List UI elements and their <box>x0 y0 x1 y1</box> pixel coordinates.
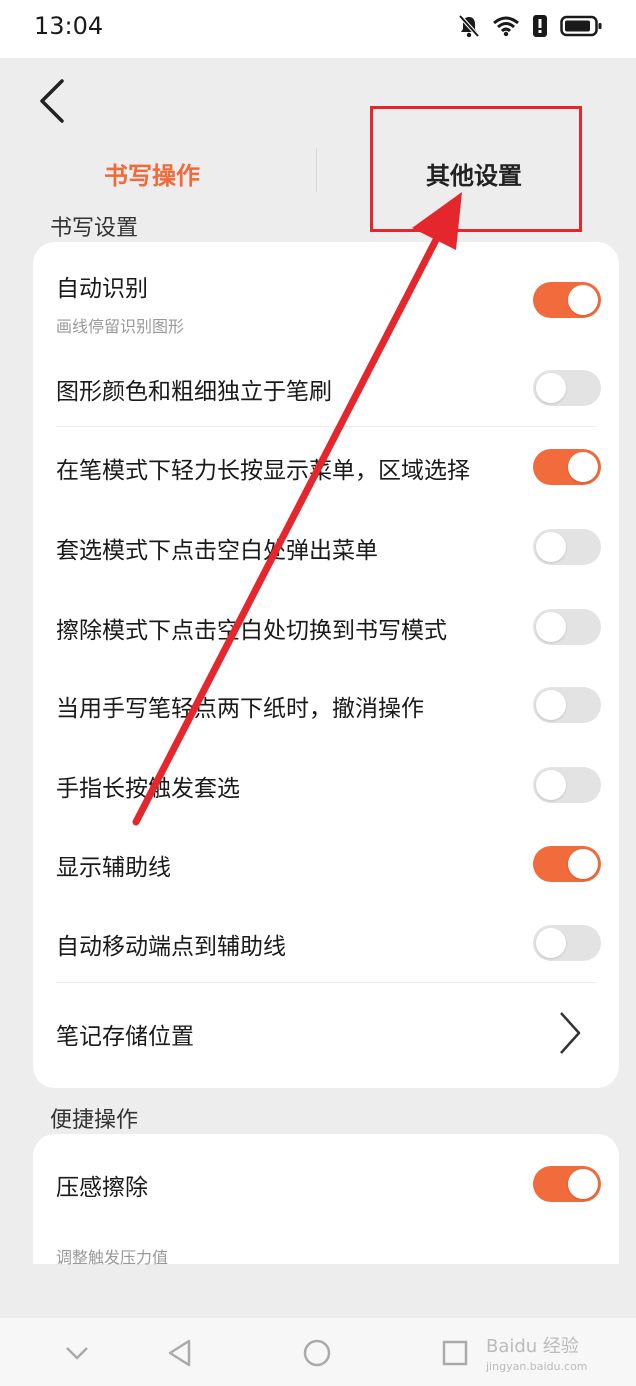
setting-label: 套选模式下点击空白处弹出菜单 <box>56 538 378 564</box>
tab-writing-operations[interactable]: 书写操作 <box>104 156 200 191</box>
toggle-knob <box>568 849 598 879</box>
setting-label: 自动识别 <box>56 276 148 302</box>
toggle-knob <box>568 285 598 315</box>
setting-row-note-storage-location[interactable]: 笔记存储位置 <box>33 983 619 1083</box>
back-triangle-icon[interactable] <box>165 1338 195 1368</box>
back-button[interactable] <box>30 76 74 126</box>
recents-square-icon[interactable] <box>440 1338 470 1368</box>
setting-label: 擦除模式下点击空白处切换到书写模式 <box>56 618 447 644</box>
toggle-knob <box>536 770 566 800</box>
toggle-lasso-tap-menu[interactable] <box>533 529 601 565</box>
battery-icon <box>560 15 602 37</box>
annotation-highlight-box <box>370 106 582 232</box>
quick-actions-card: 压感擦除 调整触发压力值 <box>33 1134 619 1267</box>
toggle-pressure-erase[interactable] <box>533 1166 601 1202</box>
watermark: Baidu 经验 jingyan.baidu.com <box>486 1332 588 1373</box>
setting-row-snap-to-guidelines[interactable]: 自动移动端点到辅助线 <box>33 907 619 981</box>
setting-row-pressure-erase[interactable]: 压感擦除 <box>33 1134 619 1230</box>
setting-label: 显示辅助线 <box>56 855 171 881</box>
setting-label: 当用手写笔轻点两下纸时，撤消操作 <box>56 696 424 722</box>
setting-sublabel: 画线停留识别图形 <box>56 317 185 336</box>
toggle-knob <box>568 452 598 482</box>
back-chevron-icon <box>40 79 64 123</box>
setting-row-finger-long-press-lasso[interactable]: 手指长按触发套选 <box>33 747 619 827</box>
setting-row-pen-long-press-menu[interactable]: 在笔模式下轻力长按显示菜单，区域选择 <box>33 427 619 507</box>
setting-label: 手指长按触发套选 <box>56 776 240 802</box>
tab-divider <box>316 148 317 192</box>
section-title-quick-actions: 便捷操作 <box>50 1108 139 1133</box>
status-icons <box>458 14 602 38</box>
setting-row-eraser-tap-switch[interactable]: 擦除模式下点击空白处切换到书写模式 <box>33 587 619 667</box>
setting-row-stylus-double-tap-undo[interactable]: 当用手写笔轻点两下纸时，撤消操作 <box>33 667 619 747</box>
toggle-snap-to-guidelines[interactable] <box>533 925 601 961</box>
section-title-writing: 书写设置 <box>50 216 139 241</box>
status-time: 13:04 <box>34 12 104 40</box>
toggle-shape-color-independent[interactable] <box>533 370 601 406</box>
toggle-knob <box>536 928 566 958</box>
setting-row-lasso-tap-menu[interactable]: 套选模式下点击空白处弹出菜单 <box>33 507 619 587</box>
setting-label: 自动移动端点到辅助线 <box>56 934 286 960</box>
toggle-eraser-tap-switch[interactable] <box>533 609 601 645</box>
chevron-right-icon <box>560 1012 581 1054</box>
collapse-icon[interactable] <box>62 1338 92 1368</box>
toggle-finger-long-press-lasso[interactable] <box>533 767 601 803</box>
alert-icon <box>533 15 547 37</box>
toggle-knob <box>536 373 566 403</box>
toggle-stylus-double-tap-undo[interactable] <box>533 687 601 723</box>
toggle-knob <box>536 690 566 720</box>
setting-row-show-guidelines[interactable]: 显示辅助线 <box>33 827 619 907</box>
toggle-pen-long-press-menu[interactable] <box>533 449 601 485</box>
toggle-auto-recognize[interactable] <box>533 282 601 318</box>
toggle-knob <box>536 532 566 562</box>
toggle-show-guidelines[interactable] <box>533 846 601 882</box>
setting-row-auto-recognize[interactable]: 自动识别 画线停留识别图形 <box>33 242 619 346</box>
watermark-sub: jingyan.baidu.com <box>486 1360 588 1373</box>
setting-label: 图形颜色和粗细独立于笔刷 <box>56 379 332 405</box>
wifi-icon <box>493 16 519 37</box>
setting-label: 在笔模式下轻力长按显示菜单，区域选择 <box>56 458 470 484</box>
watermark-main: Baidu 经验 <box>486 1336 579 1357</box>
setting-row-adjust-pressure[interactable]: 调整触发压力值 <box>56 1244 168 1268</box>
setting-label: 压感擦除 <box>56 1175 148 1201</box>
navigation-bar: Baidu 经验 jingyan.baidu.com <box>0 1318 636 1386</box>
home-circle-icon[interactable] <box>302 1338 332 1368</box>
toggle-knob <box>536 612 566 642</box>
writing-settings-card: 自动识别 画线停留识别图形 图形颜色和粗细独立于笔刷 在笔模式下轻力长按显示菜单… <box>33 242 619 1088</box>
setting-row-shape-color-independent[interactable]: 图形颜色和粗细独立于笔刷 <box>33 346 619 426</box>
toggle-knob <box>568 1169 598 1199</box>
bell-mute-icon <box>458 14 480 38</box>
status-bar: 13:04 <box>0 0 636 58</box>
setting-label: 笔记存储位置 <box>56 1024 194 1050</box>
